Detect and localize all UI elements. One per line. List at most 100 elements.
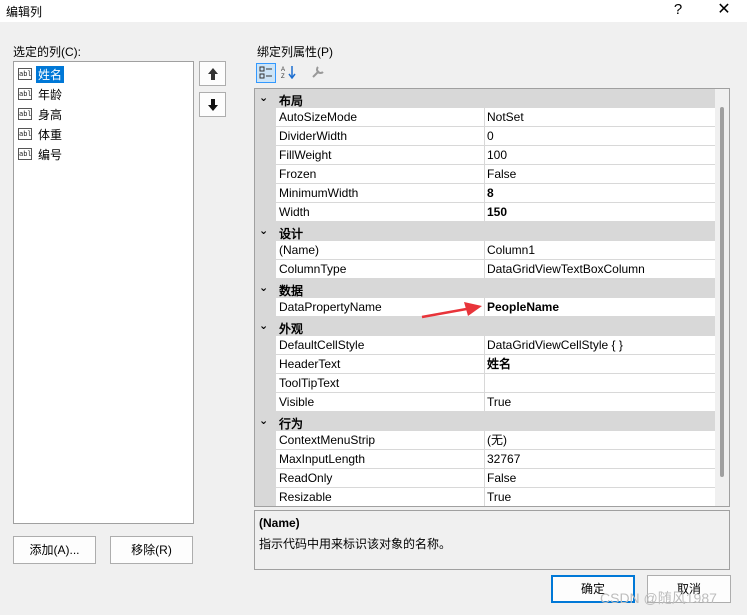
close-button[interactable]: ✕: [706, 0, 742, 22]
property-name[interactable]: (Name): [276, 241, 485, 260]
property-name[interactable]: Width: [276, 203, 485, 222]
property-value[interactable]: DataGridViewCellStyle { }: [485, 336, 715, 355]
grid-scrollbar[interactable]: [715, 89, 729, 506]
property-row[interactable]: Frozen False: [255, 165, 715, 184]
property-name[interactable]: FillWeight: [276, 146, 485, 165]
property-value[interactable]: 8: [485, 184, 715, 203]
property-value[interactable]: PeopleName: [485, 298, 715, 317]
textbox-column-icon: abl: [18, 68, 32, 80]
watermark: CSDN @随风1987: [600, 590, 717, 606]
row-gutter: [255, 203, 276, 222]
category-name: 布局: [279, 94, 304, 108]
property-name[interactable]: ReadOnly: [276, 469, 485, 488]
property-row[interactable]: (Name) Column1: [255, 241, 715, 260]
property-name[interactable]: MaxInputLength: [276, 450, 485, 469]
scroll-thumb[interactable]: [720, 107, 724, 477]
property-row[interactable]: ColumnType DataGridViewTextBoxColumn: [255, 260, 715, 279]
textbox-column-icon: abl: [18, 108, 32, 120]
categorized-button[interactable]: [256, 63, 276, 83]
title-bar: 编辑列 ? ✕: [0, 0, 747, 22]
description-title: (Name): [259, 516, 300, 530]
bound-column-properties-label: 绑定列属性(P): [257, 45, 333, 59]
row-gutter: [255, 108, 276, 127]
textbox-column-icon: abl: [18, 148, 32, 160]
property-value[interactable]: NotSet: [485, 108, 715, 127]
row-gutter: [255, 393, 276, 412]
textbox-column-icon: abl: [18, 128, 32, 140]
property-value[interactable]: (无): [485, 431, 715, 450]
property-row[interactable]: ContextMenuStrip (无): [255, 431, 715, 450]
row-gutter: [255, 260, 276, 279]
collapse-chevron-icon[interactable]: ⌄: [259, 319, 268, 332]
property-row[interactable]: FillWeight 100: [255, 146, 715, 165]
property-name[interactable]: Frozen: [276, 165, 485, 184]
property-name[interactable]: ContextMenuStrip: [276, 431, 485, 450]
property-value[interactable]: DataGridViewTextBoxColumn: [485, 260, 715, 279]
remove-button[interactable]: 移除(R): [110, 536, 193, 564]
row-gutter: [255, 165, 276, 184]
property-row[interactable]: Width 150: [255, 203, 715, 222]
column-list-item[interactable]: abl 身高: [18, 105, 64, 123]
category-name: 行为: [279, 417, 304, 431]
row-gutter: [255, 355, 276, 374]
arrow-down-icon: [207, 99, 218, 111]
property-name[interactable]: Visible: [276, 393, 485, 412]
move-down-button[interactable]: [199, 92, 226, 117]
category-row[interactable]: ⌄ 数据: [255, 279, 715, 298]
property-name[interactable]: MinimumWidth: [276, 184, 485, 203]
property-row[interactable]: ToolTipText: [255, 374, 715, 393]
property-grid[interactable]: ⌄ 布局 AutoSizeMode NotSet DividerWidth 0 FillWe…: [254, 88, 730, 507]
collapse-chevron-icon[interactable]: ⌄: [259, 91, 268, 104]
help-button[interactable]: ?: [662, 0, 694, 22]
collapse-chevron-icon[interactable]: ⌄: [259, 224, 268, 237]
property-name[interactable]: DefaultCellStyle: [276, 336, 485, 355]
property-name[interactable]: ColumnType: [276, 260, 485, 279]
column-list-item[interactable]: abl 年龄: [18, 85, 64, 103]
property-row[interactable]: MaxInputLength 32767: [255, 450, 715, 469]
property-value[interactable]: 100: [485, 146, 715, 165]
property-row[interactable]: DividerWidth 0: [255, 127, 715, 146]
move-up-button[interactable]: [199, 61, 226, 86]
row-gutter: [255, 146, 276, 165]
property-row[interactable]: MinimumWidth 8: [255, 184, 715, 203]
row-gutter: [255, 374, 276, 393]
column-list-item[interactable]: abl 编号: [18, 145, 64, 163]
property-value[interactable]: False: [485, 469, 715, 488]
property-value[interactable]: True: [485, 488, 715, 506]
collapse-chevron-icon[interactable]: ⌄: [259, 414, 268, 427]
property-value[interactable]: 150: [485, 203, 715, 222]
property-value[interactable]: False: [485, 165, 715, 184]
property-row[interactable]: AutoSizeMode NotSet: [255, 108, 715, 127]
column-list-item-label: 身高: [38, 107, 63, 122]
column-list-item[interactable]: abl 体重: [18, 125, 64, 143]
column-list-item[interactable]: abl 姓名: [18, 65, 65, 83]
add-button[interactable]: 添加(A)...: [13, 536, 96, 564]
alphabetical-icon: A Z: [281, 66, 296, 80]
category-row[interactable]: ⌄ 行为: [255, 412, 715, 431]
property-row[interactable]: ReadOnly False: [255, 469, 715, 488]
property-row[interactable]: HeaderText 姓名: [255, 355, 715, 374]
property-name[interactable]: DividerWidth: [276, 127, 485, 146]
property-value[interactable]: 0: [485, 127, 715, 146]
property-value[interactable]: Column1: [485, 241, 715, 260]
property-name[interactable]: HeaderText: [276, 355, 485, 374]
column-list-item-label: 体重: [38, 127, 63, 142]
category-row[interactable]: ⌄ 布局: [255, 89, 715, 108]
property-row[interactable]: DefaultCellStyle DataGridViewCellStyle { …: [255, 336, 715, 355]
column-list-item-label: 姓名: [36, 65, 65, 83]
property-name[interactable]: Resizable: [276, 488, 485, 506]
collapse-chevron-icon[interactable]: ⌄: [259, 281, 268, 294]
property-name[interactable]: AutoSizeMode: [276, 108, 485, 127]
category-row[interactable]: ⌄ 设计: [255, 222, 715, 241]
property-name[interactable]: ToolTipText: [276, 374, 485, 393]
property-value[interactable]: [485, 374, 715, 393]
property-row[interactable]: Visible True: [255, 393, 715, 412]
alphabetical-button[interactable]: A Z: [279, 63, 299, 83]
property-row[interactable]: Resizable True: [255, 488, 715, 506]
property-value[interactable]: 32767: [485, 450, 715, 469]
property-value[interactable]: 姓名: [485, 355, 715, 374]
selected-columns-list[interactable]: abl 姓名 abl 年龄 abl 身高 abl 体重 abl 编号: [13, 61, 194, 524]
column-list-item-label: 编号: [38, 147, 63, 162]
property-value[interactable]: True: [485, 393, 715, 412]
property-pages-button[interactable]: [308, 63, 328, 83]
